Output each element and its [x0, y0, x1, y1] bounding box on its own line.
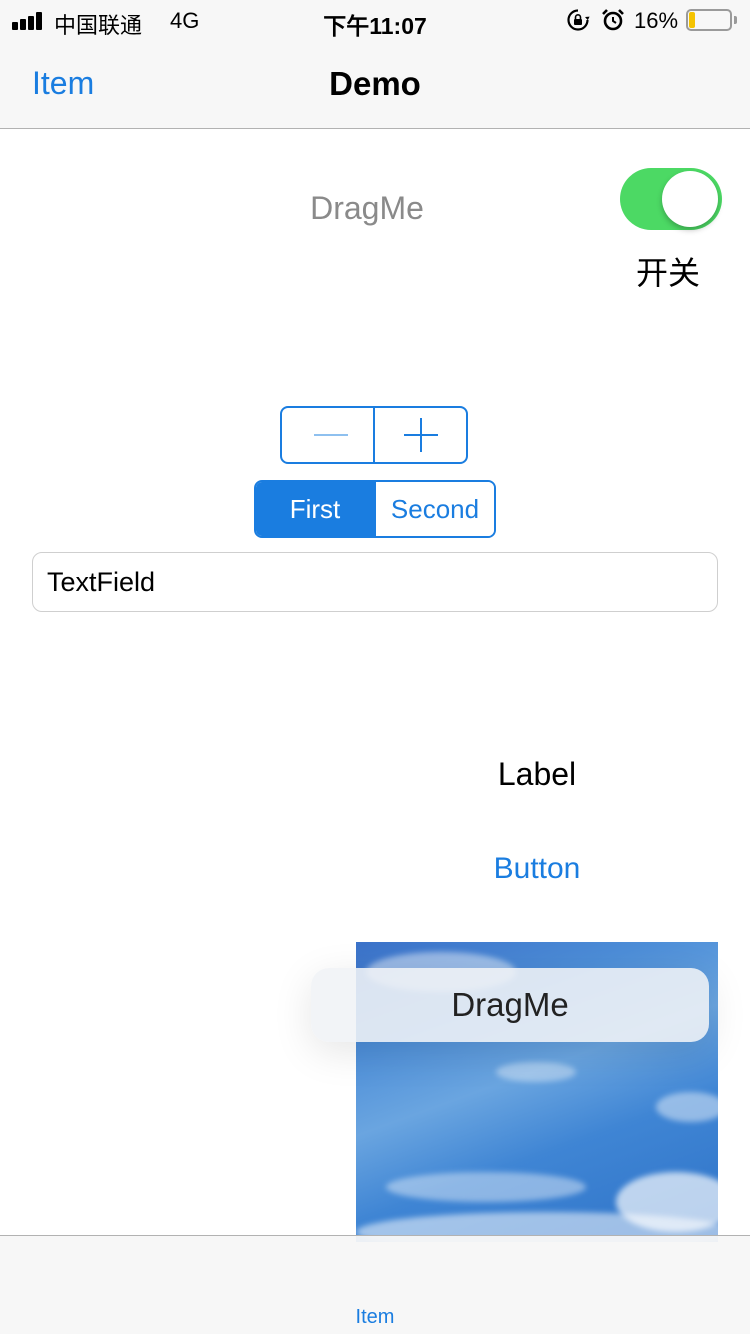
tab-bar: Item	[0, 1235, 750, 1334]
segment-second[interactable]: Second	[374, 482, 494, 536]
orientation-lock-icon	[567, 9, 590, 31]
battery-percent: 16%	[634, 8, 679, 33]
stepper-increment-button[interactable]	[375, 408, 466, 462]
switch-knob	[662, 171, 718, 227]
segmented-control: First Second	[254, 480, 496, 538]
status-bar: 中国联通 4G 下午11:07 16%	[0, 0, 750, 40]
toggle-switch[interactable]	[620, 168, 722, 230]
button[interactable]: Button	[437, 852, 637, 886]
minus-icon	[314, 434, 348, 436]
drag-me-floating-view[interactable]: DragMe	[311, 968, 709, 1042]
segment-first[interactable]: First	[256, 482, 374, 536]
tab-item[interactable]: Item	[325, 1306, 425, 1329]
battery-icon	[686, 9, 740, 33]
stepper	[280, 406, 468, 464]
drag-me-label[interactable]: DragMe	[250, 190, 484, 227]
text-field[interactable]: TextField	[32, 552, 718, 612]
app-screen: 中国联通 4G 下午11:07 16% Item Demo DragMe 开关	[0, 0, 750, 1334]
switch-label: 开关	[635, 255, 700, 291]
stepper-decrement-button[interactable]	[282, 408, 373, 462]
label: Label	[497, 756, 577, 792]
navigation-bar: Item Demo	[0, 40, 750, 129]
page-title: Demo	[329, 65, 421, 102]
alarm-icon	[602, 9, 624, 31]
